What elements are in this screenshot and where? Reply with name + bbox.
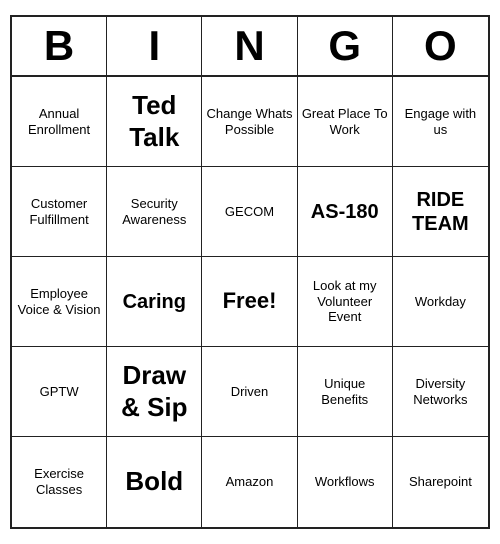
- bingo-header-letter-B: B: [12, 17, 107, 75]
- bingo-cell-text-18: Unique Benefits: [302, 376, 388, 407]
- bingo-header: BINGO: [12, 17, 488, 77]
- bingo-cell-text-15: GPTW: [40, 384, 79, 400]
- bingo-cell-24: Sharepoint: [393, 437, 488, 527]
- bingo-cell-19: Diversity Networks: [393, 347, 488, 437]
- bingo-cell-text-24: Sharepoint: [409, 474, 472, 490]
- bingo-cell-7: GECOM: [202, 167, 297, 257]
- bingo-cell-22: Amazon: [202, 437, 297, 527]
- bingo-cell-4: Engage with us: [393, 77, 488, 167]
- bingo-cell-13: Look at my Volunteer Event: [298, 257, 393, 347]
- bingo-cell-1: Ted Talk: [107, 77, 202, 167]
- bingo-cell-2: Change Whats Possible: [202, 77, 297, 167]
- bingo-cell-text-19: Diversity Networks: [397, 376, 484, 407]
- bingo-cell-text-6: Security Awareness: [111, 196, 197, 227]
- bingo-header-letter-G: G: [298, 17, 393, 75]
- bingo-cell-15: GPTW: [12, 347, 107, 437]
- bingo-cell-text-5: Customer Fulfillment: [16, 196, 102, 227]
- bingo-cell-8: AS-180: [298, 167, 393, 257]
- bingo-header-letter-O: O: [393, 17, 488, 75]
- bingo-cell-text-7: GECOM: [225, 204, 274, 220]
- bingo-cell-12: Free!: [202, 257, 297, 347]
- bingo-cell-text-2: Change Whats Possible: [206, 106, 292, 137]
- bingo-cell-17: Driven: [202, 347, 297, 437]
- bingo-header-letter-N: N: [202, 17, 297, 75]
- bingo-cell-text-1: Ted Talk: [111, 90, 197, 152]
- bingo-cell-text-8: AS-180: [311, 200, 379, 224]
- bingo-cell-10: Employee Voice & Vision: [12, 257, 107, 347]
- bingo-cell-text-12: Free!: [223, 288, 277, 314]
- bingo-cell-text-0: Annual Enrollment: [16, 106, 102, 137]
- bingo-cell-text-3: Great Place To Work: [302, 106, 388, 137]
- bingo-cell-11: Caring: [107, 257, 202, 347]
- bingo-cell-14: Workday: [393, 257, 488, 347]
- bingo-header-letter-I: I: [107, 17, 202, 75]
- bingo-cell-text-14: Workday: [415, 294, 466, 310]
- bingo-cell-6: Security Awareness: [107, 167, 202, 257]
- bingo-cell-20: Exercise Classes: [12, 437, 107, 527]
- bingo-cell-text-16: Draw & Sip: [111, 360, 197, 422]
- bingo-cell-18: Unique Benefits: [298, 347, 393, 437]
- bingo-cell-9: RIDE TEAM: [393, 167, 488, 257]
- bingo-cell-text-11: Caring: [123, 290, 186, 314]
- bingo-cell-text-4: Engage with us: [397, 106, 484, 137]
- bingo-cell-21: Bold: [107, 437, 202, 527]
- bingo-cell-text-20: Exercise Classes: [16, 466, 102, 497]
- bingo-cell-text-10: Employee Voice & Vision: [16, 286, 102, 317]
- bingo-cell-text-21: Bold: [125, 466, 183, 497]
- bingo-cell-text-9: RIDE TEAM: [397, 188, 484, 236]
- bingo-cell-23: Workflows: [298, 437, 393, 527]
- bingo-cell-text-17: Driven: [231, 384, 269, 400]
- bingo-cell-text-13: Look at my Volunteer Event: [302, 278, 388, 325]
- bingo-cell-0: Annual Enrollment: [12, 77, 107, 167]
- bingo-cell-text-22: Amazon: [226, 474, 274, 490]
- bingo-cell-text-23: Workflows: [315, 474, 375, 490]
- bingo-cell-5: Customer Fulfillment: [12, 167, 107, 257]
- bingo-grid: Annual Enrollment Ted Talk Change Whats Po…: [12, 77, 488, 527]
- bingo-cell-16: Draw & Sip: [107, 347, 202, 437]
- bingo-cell-3: Great Place To Work: [298, 77, 393, 167]
- bingo-card: BINGO Annual Enrollment Ted Talk Change Wh…: [10, 15, 490, 529]
